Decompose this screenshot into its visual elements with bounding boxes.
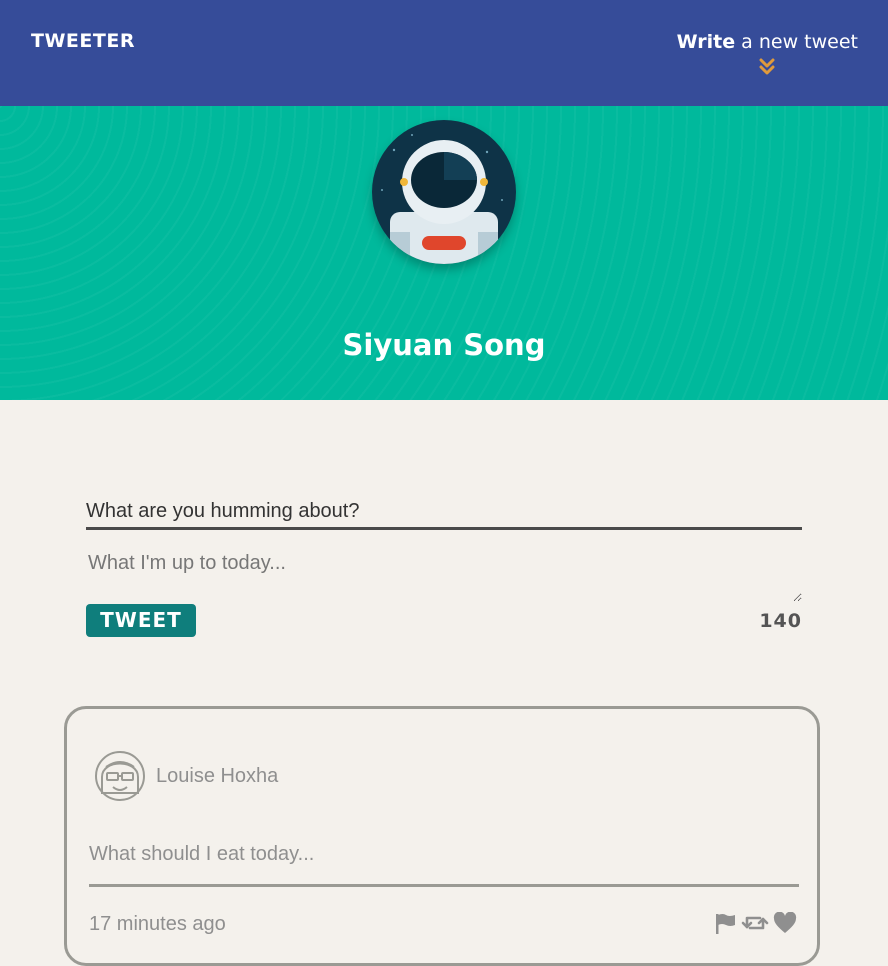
astronaut-avatar-icon bbox=[372, 120, 516, 264]
tweet-author[interactable]: Louise Hoxha bbox=[156, 765, 278, 788]
profile-header: Siyuan Song bbox=[0, 106, 888, 400]
brand-logo[interactable]: TWEETER bbox=[31, 30, 135, 52]
tweet-timestamp: 17 minutes ago bbox=[89, 913, 226, 935]
retweet-icon[interactable] bbox=[741, 912, 769, 934]
chevron-double-down-icon bbox=[759, 58, 775, 75]
composer-title: What are you humming about? bbox=[86, 500, 802, 530]
tweet-text: What should I eat today... bbox=[89, 843, 799, 887]
tweet-input[interactable] bbox=[86, 530, 802, 602]
tweet-composer: What are you humming about? TWEET 140 bbox=[86, 500, 802, 642]
top-nav: TWEETER Write a new tweet bbox=[0, 0, 888, 106]
char-counter: 140 bbox=[759, 610, 802, 632]
profile-name: Siyuan Song bbox=[342, 328, 546, 362]
compose-toggle-bold-text: Write bbox=[676, 31, 736, 53]
composer-footer: TWEET 140 bbox=[86, 602, 802, 642]
tweet-actions bbox=[713, 912, 797, 934]
profile-avatar bbox=[372, 120, 516, 264]
compose-toggle-rest-text: a new tweet bbox=[735, 31, 858, 53]
tweet-submit-button[interactable]: TWEET bbox=[86, 604, 196, 637]
tweet-card: Louise Hoxha What should I eat today... … bbox=[64, 706, 820, 966]
user-avatar-icon bbox=[95, 751, 145, 801]
flag-icon[interactable] bbox=[713, 912, 737, 934]
compose-toggle-button[interactable]: Write a new tweet bbox=[677, 30, 858, 76]
compose-toggle-label: Write a new tweet bbox=[677, 30, 858, 54]
heart-icon[interactable] bbox=[773, 912, 797, 934]
